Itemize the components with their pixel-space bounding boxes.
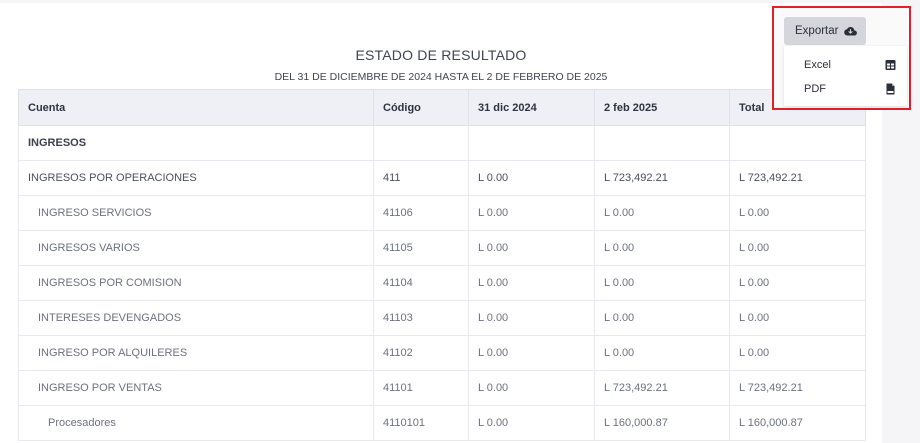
cell-2-feb-2025: L 723,492.21	[594, 160, 730, 196]
menu-item-label: PDF	[804, 83, 826, 95]
cell-codigo: 41101	[373, 370, 469, 406]
cell-31-dic-2024: L 0.00	[468, 230, 595, 266]
table-row: INGRESO POR VENTAS 41101 L 0.00 L 723,49…	[18, 370, 866, 406]
cell-31-dic-2024: L 0.00	[468, 300, 595, 336]
cell-cuenta: INGRESOS POR COMISION	[18, 265, 374, 301]
cell-total	[729, 125, 866, 161]
cell-cuenta: INTERESES DEVENGADOS	[18, 300, 374, 336]
export-excel-option[interactable]: Excel	[784, 54, 907, 76]
export-button-label: Exportar	[795, 25, 839, 37]
cell-31-dic-2024: L 0.00	[468, 405, 595, 441]
cell-codigo: 4110101	[373, 405, 469, 441]
cell-cuenta: Procesadores	[18, 405, 374, 441]
column-header-31-dic-2024[interactable]: 31 dic 2024	[468, 89, 595, 126]
cell-31-dic-2024: L 0.00	[468, 195, 595, 231]
cell-total: L 160,000.87	[729, 405, 866, 441]
pdf-file-icon	[886, 83, 895, 95]
column-header-cuenta[interactable]: Cuenta	[18, 89, 374, 126]
cell-codigo: 41106	[373, 195, 469, 231]
cell-codigo: 41105	[373, 230, 469, 266]
cell-total: L 0.00	[729, 335, 866, 371]
cell-codigo: 41104	[373, 265, 469, 301]
cell-codigo	[373, 125, 469, 161]
cell-total: L 0.00	[729, 230, 866, 266]
cell-cuenta: INGRESOS VARIOS	[18, 230, 374, 266]
cell-31-dic-2024: L 0.00	[468, 335, 595, 371]
cell-31-dic-2024: L 0.00	[468, 370, 595, 406]
cell-2-feb-2025: L 723,492.21	[594, 370, 730, 406]
cell-2-feb-2025	[594, 125, 730, 161]
cell-cuenta: INGRESOS	[18, 125, 374, 161]
export-button[interactable]: Exportar	[784, 17, 866, 45]
report-card: ESTADO DE RESULTADO DEL 31 DE DICIEMBRE …	[0, 3, 882, 443]
cell-total: L 0.00	[729, 300, 866, 336]
table-icon	[885, 60, 896, 70]
cell-cuenta: INGRESO POR ALQUILERES	[18, 335, 374, 371]
cell-codigo: 411	[373, 160, 469, 196]
report-title: ESTADO DE RESULTADO	[355, 47, 527, 63]
cell-codigo: 41102	[373, 335, 469, 371]
export-pdf-option[interactable]: PDF	[784, 78, 907, 100]
table-row: INGRESOS	[18, 125, 866, 161]
table-row: INGRESOS POR OPERACIONES 411 L 0.00 L 72…	[18, 160, 866, 196]
table-row: INGRESO SERVICIOS 41106 L 0.00 L 0.00 L …	[18, 195, 866, 231]
report-subtitle: DEL 31 DE DICIEMBRE DE 2024 HASTA EL 2 D…	[274, 71, 608, 83]
table-row: INGRESOS VARIOS 41105 L 0.00 L 0.00 L 0.…	[18, 230, 866, 266]
cell-total: L 723,492.21	[729, 370, 866, 406]
cell-codigo: 41103	[373, 300, 469, 336]
cell-2-feb-2025: L 0.00	[594, 265, 730, 301]
export-highlight-box: Exportar Excel PDF	[772, 6, 911, 110]
cell-2-feb-2025: L 0.00	[594, 300, 730, 336]
cell-2-feb-2025: L 0.00	[594, 230, 730, 266]
income-statement-table: Cuenta Código 31 dic 2024 2 feb 2025 Tot…	[18, 89, 866, 441]
table-header-row: Cuenta Código 31 dic 2024 2 feb 2025 Tot…	[18, 89, 866, 126]
table-row: INGRESOS POR COMISION 41104 L 0.00 L 0.0…	[18, 265, 866, 301]
cell-2-feb-2025: L 160,000.87	[594, 405, 730, 441]
cell-31-dic-2024: L 0.00	[468, 265, 595, 301]
cell-total: L 0.00	[729, 195, 866, 231]
table-row: INGRESO POR ALQUILERES 41102 L 0.00 L 0.…	[18, 335, 866, 371]
cell-cuenta: INGRESOS POR OPERACIONES	[18, 160, 374, 196]
export-dropdown-menu: Excel PDF	[784, 46, 907, 106]
cell-total: L 0.00	[729, 265, 866, 301]
cell-cuenta: INGRESO POR VENTAS	[18, 370, 374, 406]
column-header-codigo[interactable]: Código	[373, 89, 469, 126]
cloud-download-icon	[844, 26, 858, 35]
cell-31-dic-2024: L 0.00	[468, 160, 595, 196]
cell-2-feb-2025: L 0.00	[594, 195, 730, 231]
table-row: INTERESES DEVENGADOS 41103 L 0.00 L 0.00…	[18, 300, 866, 336]
column-header-2-feb-2025[interactable]: 2 feb 2025	[594, 89, 730, 126]
cell-2-feb-2025: L 0.00	[594, 335, 730, 371]
cell-cuenta: INGRESO SERVICIOS	[18, 195, 374, 231]
cell-31-dic-2024	[468, 125, 595, 161]
menu-item-label: Excel	[804, 59, 831, 71]
cell-total: L 723,492.21	[729, 160, 866, 196]
table-row: Procesadores 4110101 L 0.00 L 160,000.87…	[18, 405, 866, 441]
